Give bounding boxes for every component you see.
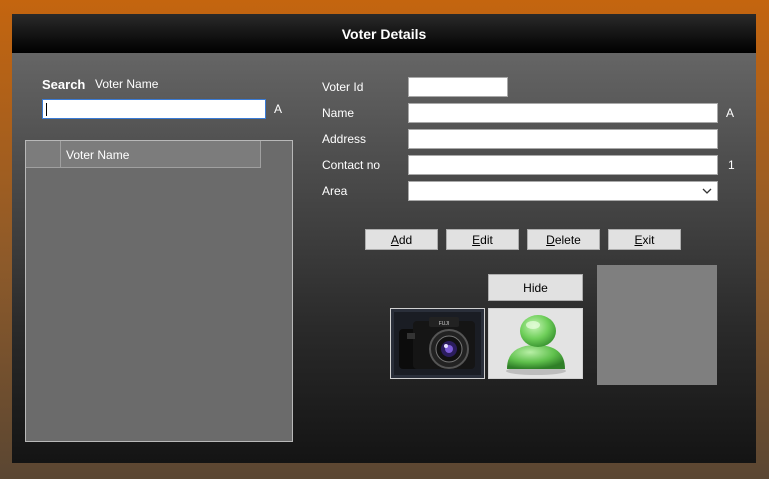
search-field-label: Voter Name	[95, 77, 159, 91]
edit-button[interactable]: Edit	[446, 229, 519, 250]
camera-button[interactable]: FUJI	[390, 308, 485, 379]
address-label: Address	[322, 132, 367, 146]
search-label: Search	[42, 77, 86, 92]
hide-button[interactable]: Hide	[488, 274, 583, 301]
search-input[interactable]	[43, 100, 265, 118]
name-input[interactable]	[409, 104, 717, 122]
area-label: Area	[322, 184, 348, 198]
grid-column-voter-name[interactable]: Voter Name	[61, 141, 260, 167]
address-input[interactable]	[409, 130, 717, 148]
search-suffix-label: A	[274, 102, 283, 116]
camera-icon: FUJI	[391, 309, 484, 378]
add-button[interactable]: Add	[365, 229, 438, 250]
voter-id-field[interactable]	[408, 77, 508, 97]
svg-text:FUJI: FUJI	[439, 321, 450, 327]
voter-details-window: Voter Details Search Voter Name A Voter …	[12, 14, 756, 463]
search-input-box[interactable]	[42, 99, 266, 119]
photo-preview	[597, 265, 717, 385]
grid-row-header[interactable]	[26, 141, 61, 167]
chevron-down-icon[interactable]	[700, 184, 714, 198]
name-suffix-label: A	[726, 106, 735, 120]
contact-suffix-label: 1	[728, 158, 735, 172]
exit-button[interactable]: Exit	[608, 229, 681, 250]
contact-label: Contact no	[322, 158, 381, 172]
window-title: Voter Details	[12, 14, 756, 53]
delete-button[interactable]: Delete	[527, 229, 600, 250]
area-combobox[interactable]	[408, 181, 718, 201]
user-avatar-icon	[506, 315, 566, 375]
text-caret	[46, 103, 47, 116]
name-field[interactable]	[408, 103, 718, 123]
address-field[interactable]	[408, 129, 718, 149]
user-image-button[interactable]	[488, 308, 583, 379]
voter-id-label: Voter Id	[322, 80, 364, 94]
voter-grid[interactable]: Voter Name	[25, 140, 293, 442]
contact-input[interactable]	[409, 156, 717, 174]
voter-id-input[interactable]	[409, 78, 507, 96]
name-label: Name	[322, 106, 355, 120]
grid-header: Voter Name	[26, 141, 261, 168]
contact-field[interactable]	[408, 155, 718, 175]
